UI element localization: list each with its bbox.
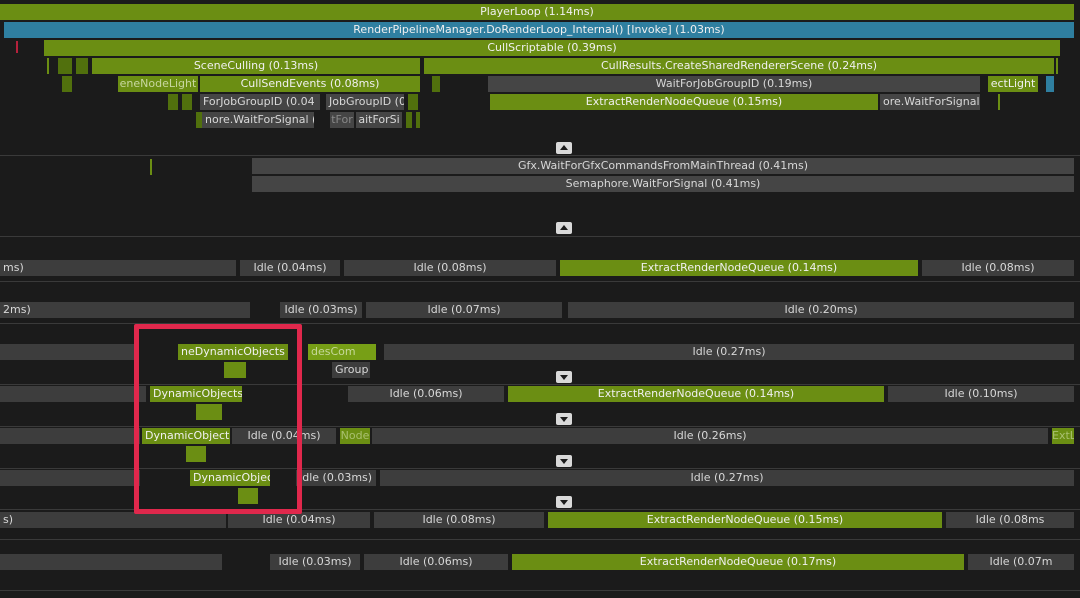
marker-small[interactable]	[416, 112, 420, 128]
marker-w1-e[interactable]: Idle (0.08ms)	[922, 260, 1074, 276]
marker-small[interactable]	[182, 94, 192, 110]
marker-w7-d[interactable]: ExtractRenderNodeQueue (0.15ms)	[548, 512, 942, 528]
marker-w8-c[interactable]: ExtractRenderNodeQueue (0.17ms)	[512, 554, 964, 570]
marker-w6-pre[interactable]	[0, 470, 140, 486]
marker-w1-b[interactable]: Idle (0.04ms)	[240, 260, 340, 276]
thread-separator	[0, 590, 1080, 591]
marker-w8-d[interactable]: Idle (0.07m	[968, 554, 1074, 570]
marker-w8-a[interactable]: Idle (0.03ms)	[270, 554, 360, 570]
expand-thread-button[interactable]	[556, 413, 572, 425]
marker-semaphore-short[interactable]: nore.WaitForSignal (0	[202, 112, 314, 128]
marker-cull-scriptable[interactable]: CullScriptable (0.39ms)	[44, 40, 1060, 56]
collapse-thread-button[interactable]	[556, 142, 572, 154]
expand-thread-button[interactable]	[556, 496, 572, 508]
marker-w3-d[interactable]: Group	[332, 362, 370, 378]
marker-small[interactable]	[76, 58, 88, 74]
marker-small[interactable]	[62, 76, 72, 92]
marker-w4-c[interactable]: ExtractRenderNodeQueue (0.14ms)	[508, 386, 884, 402]
marker-small[interactable]	[58, 58, 72, 74]
marker-thin	[47, 58, 49, 74]
marker-wait-for-si[interactable]: aitForSi	[356, 112, 402, 128]
marker-semaphore-wait[interactable]: ore.WaitForSignal (	[880, 94, 980, 110]
marker-job-group[interactable]: JobGroupID (0	[326, 94, 404, 110]
marker-w5-c[interactable]: Node	[340, 428, 370, 444]
marker-w8-pre[interactable]	[0, 554, 222, 570]
marker-w2-c[interactable]: Idle (0.07ms)	[366, 302, 562, 318]
marker-w1-d[interactable]: ExtractRenderNodeQueue (0.14ms)	[560, 260, 918, 276]
expand-thread-button[interactable]	[556, 455, 572, 467]
marker-w5-pre[interactable]	[0, 428, 140, 444]
collapse-thread-button[interactable]	[556, 222, 572, 234]
thread-separator	[0, 236, 1080, 237]
marker-cull-send-events[interactable]: CullSendEvents (0.08ms)	[200, 76, 420, 92]
marker-w6-b[interactable]: Idle (0.03ms)	[296, 470, 376, 486]
marker-w7-e[interactable]: Idle (0.08ms	[946, 512, 1074, 528]
marker-thin	[1056, 58, 1058, 74]
marker-scene-culling[interactable]: SceneCulling (0.13ms)	[92, 58, 420, 74]
marker-w7-a[interactable]: s)	[0, 512, 226, 528]
marker-w3-c[interactable]: Idle (0.27ms)	[384, 344, 1074, 360]
thread-separator	[0, 281, 1080, 282]
marker-scene-node-light[interactable]: eneNodeLight	[118, 76, 198, 92]
marker-w6-c[interactable]: Idle (0.27ms)	[380, 470, 1074, 486]
marker-tfo[interactable]: tFor	[330, 112, 354, 128]
marker-w1-c[interactable]: Idle (0.08ms)	[344, 260, 556, 276]
marker-tick	[16, 41, 18, 53]
marker-w4-b[interactable]: Idle (0.06ms)	[348, 386, 504, 402]
marker-gfx-wait[interactable]: Gfx.WaitForGfxCommandsFromMainThread (0.…	[252, 158, 1074, 174]
marker-extract-render-main[interactable]: ExtractRenderNodeQueue (0.15ms)	[490, 94, 878, 110]
marker-w7-c[interactable]: Idle (0.08ms)	[374, 512, 544, 528]
marker-render-pipeline[interactable]: RenderPipelineManager.DoRenderLoop_Inter…	[4, 22, 1074, 38]
marker-cull-results[interactable]: CullResults.CreateSharedRendererScene (0…	[424, 58, 1054, 74]
marker-semaphore-render[interactable]: Semaphore.WaitForSignal (0.41ms)	[252, 176, 1074, 192]
marker-small[interactable]	[168, 94, 178, 110]
marker-w4-d[interactable]: Idle (0.10ms)	[888, 386, 1074, 402]
marker-w2-d[interactable]: Idle (0.20ms)	[568, 302, 1074, 318]
marker-w2-a[interactable]: 2ms)	[0, 302, 250, 318]
marker-small-blue[interactable]	[1046, 76, 1054, 92]
render-thread-track: Gfx.WaitForGfxCommandsFromMainThread (0.…	[0, 156, 1080, 236]
marker-w1-a[interactable]: ms)	[0, 260, 236, 276]
marker-thin	[150, 159, 152, 175]
marker-small[interactable]	[406, 112, 412, 128]
marker-for-job-group[interactable]: ForJobGroupID (0.04	[200, 94, 320, 110]
marker-w8-b[interactable]: Idle (0.06ms)	[364, 554, 508, 570]
marker-thin	[998, 94, 1000, 110]
annotation-highlight-box	[134, 324, 302, 514]
expand-thread-button[interactable]	[556, 371, 572, 383]
marker-w3-pre[interactable]	[0, 344, 134, 360]
marker-w4-pre[interactable]	[0, 386, 146, 402]
marker-w2-b[interactable]: Idle (0.03ms)	[280, 302, 362, 318]
main-thread-track: PlayerLoop (1.14ms) RenderPipelineManage…	[0, 0, 1080, 154]
marker-w7-b[interactable]: Idle (0.04ms)	[228, 512, 370, 528]
marker-wait-job-group[interactable]: WaitForJobGroupID (0.19ms)	[488, 76, 980, 92]
marker-w5-d[interactable]: Idle (0.26ms)	[372, 428, 1048, 444]
marker-player-loop[interactable]: PlayerLoop (1.14ms)	[0, 4, 1074, 20]
marker-small[interactable]	[408, 94, 418, 110]
marker-small[interactable]	[432, 76, 440, 92]
marker-w5-e[interactable]: ExtL	[1052, 428, 1074, 444]
marker-ect-light[interactable]: ectLight	[988, 76, 1038, 92]
thread-separator	[0, 539, 1080, 540]
marker-w3-b[interactable]: desCom	[308, 344, 376, 360]
